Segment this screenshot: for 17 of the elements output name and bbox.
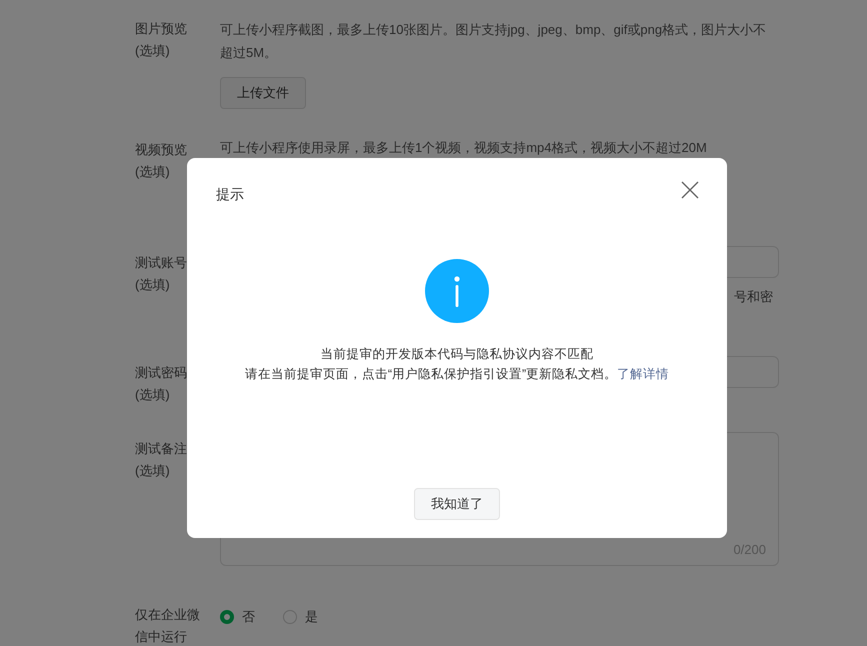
field-label: 测试账号: [135, 254, 188, 272]
field-label: 测试密码: [135, 364, 188, 382]
field-hint: 号和密: [734, 288, 774, 306]
optional-label: (选填): [135, 386, 171, 404]
dialog-title: 提示: [216, 186, 244, 204]
optional-label: (选填): [135, 42, 171, 60]
field-label: 测试备注: [135, 440, 188, 458]
dialog-message: 当前提审的开发版本代码与隐私协议内容不匹配: [320, 346, 594, 363]
optional-label: (选填): [135, 462, 171, 480]
field-description: 可上传小程序截图，最多上传10张图片。图片支持jpg、jpeg、bmp、gif或png格式，图片大小不超过5M。: [220, 21, 768, 62]
field-label: 图片预览: [135, 20, 188, 38]
optional-label: (选填): [135, 276, 171, 294]
field-label: 视频预览: [135, 141, 188, 159]
optional-label: (选填): [135, 163, 171, 181]
dialog-message: 请在当前提审页面，点击“用户隐私保护指引设置”更新隐私文档。了解详情: [244, 366, 670, 383]
field-label: 仅在企业微信中运行: [135, 606, 201, 646]
field-description: 可上传小程序使用录屏，最多上传1个视频，视频支持mp4格式，视频大小不超过20M: [220, 139, 707, 156]
